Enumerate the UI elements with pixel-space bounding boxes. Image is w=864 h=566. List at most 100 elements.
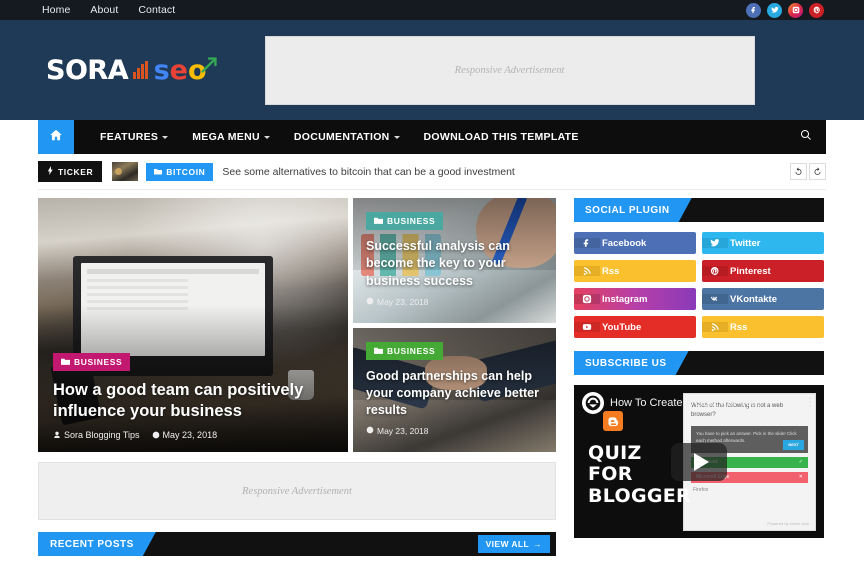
channel-avatar[interactable] — [582, 392, 604, 414]
site-header: SORA s e o Responsive Advertisement — [0, 20, 864, 120]
social-button-youtube[interactable]: YouTube — [574, 316, 696, 338]
view-all-label: VIEW ALL — [485, 539, 530, 549]
social-button-label: Pinterest — [730, 265, 771, 277]
chevron-down-icon — [393, 135, 400, 139]
youtube-video-embed[interactable]: How To Create A Quiz For Yo... ⋮ QUIZ FO… — [574, 385, 824, 538]
social-button-rss-2[interactable]: Rss — [702, 316, 824, 338]
category-badge[interactable]: BUSINESS — [366, 212, 444, 230]
home-icon — [49, 128, 63, 147]
social-plugin-title: SOCIAL PLUGIN — [574, 198, 692, 222]
post-meta: BUSINESS Successful analysis can become … — [366, 211, 543, 307]
top-nav-about[interactable]: About — [90, 4, 118, 16]
kebab-menu-icon[interactable]: ⋮ — [804, 396, 816, 408]
author-name: Sora Blogging Tips — [64, 430, 140, 440]
nav-label: MEGA MENU — [192, 131, 260, 143]
nav-label: DOCUMENTATION — [293, 131, 390, 143]
ticker-badge: TICKER — [38, 161, 103, 182]
vk-icon — [702, 294, 728, 304]
ticker-category-label: BITCOIN — [166, 166, 206, 177]
social-button-twitter[interactable]: Twitter — [702, 232, 824, 254]
featured-post-main[interactable]: BUSINESS How a good team can positively … — [38, 198, 348, 452]
social-button-label: Instagram — [602, 293, 648, 305]
social-button-label: Rss — [602, 265, 620, 277]
site-logo[interactable]: SORA s e o — [46, 55, 220, 86]
post-title[interactable]: Successful analysis can become the key t… — [366, 238, 543, 290]
category-label: BUSINESS — [74, 356, 123, 367]
folder-icon — [374, 216, 383, 226]
facebook-icon[interactable] — [746, 2, 761, 18]
social-button-label: Rss — [730, 321, 748, 333]
instagram-icon — [574, 294, 600, 304]
featured-post-title[interactable]: How a good team can positively influence… — [53, 380, 333, 422]
logo-letter-e: e — [169, 54, 188, 86]
category-label: BUSINESS — [387, 345, 436, 356]
quiz-option-plain: Firefox — [693, 486, 709, 493]
ticker-category-badge[interactable]: BITCOIN — [146, 162, 214, 181]
play-button-icon[interactable] — [671, 442, 727, 481]
user-icon — [53, 431, 61, 439]
twitter-icon — [702, 238, 728, 248]
featured-secondary-column: BUSINESS Successful analysis can become … — [353, 198, 556, 452]
date-meta: May 23, 2018 — [152, 430, 217, 440]
twitter-icon[interactable] — [767, 2, 782, 18]
nav-item-download-template[interactable]: DOWNLOAD THIS TEMPLATE — [412, 120, 591, 154]
instagram-icon[interactable] — [788, 2, 803, 18]
featured-post-secondary-2[interactable]: BUSINESS Good partnerships can help your… — [353, 327, 556, 452]
lightning-bolt-icon — [47, 166, 54, 177]
clock-icon — [366, 426, 374, 436]
pinterest-icon — [702, 266, 728, 276]
search-icon — [800, 128, 812, 146]
avatar-glyph — [585, 395, 601, 411]
author-meta: Sora Blogging Tips — [53, 430, 140, 440]
post-title[interactable]: Good partnerships can help your company … — [366, 368, 543, 420]
subscribe-widget-header: SUBSCRIBE US — [574, 351, 824, 375]
top-nav-home[interactable]: Home — [42, 4, 70, 16]
social-button-label: VKontakte — [730, 293, 777, 305]
nav-home-button[interactable] — [38, 120, 74, 154]
body-ad-label: Responsive Advertisement — [242, 485, 352, 497]
top-nav-contact[interactable]: Contact — [138, 4, 175, 16]
social-button-instagram[interactable]: Instagram — [574, 288, 696, 310]
quiz-hint-text: You have to pick an answer. Pick in the … — [696, 431, 797, 443]
rss-icon — [574, 266, 600, 276]
social-button-vkontakte[interactable]: VKontakte — [702, 288, 824, 310]
ticker-badge-label: TICKER — [58, 166, 94, 177]
chevron-down-icon — [162, 135, 169, 139]
body-advertisement: Responsive Advertisement — [38, 462, 556, 520]
ticker-thumbnail[interactable] — [112, 162, 139, 181]
social-button-label: YouTube — [602, 321, 642, 333]
featured-post-secondary-1[interactable]: BUSINESS Successful analysis can become … — [353, 198, 556, 323]
category-badge[interactable]: BUSINESS — [53, 352, 131, 371]
ticker-next-button[interactable] — [809, 163, 826, 180]
ticker-prev-button[interactable] — [790, 163, 807, 180]
social-button-pinterest[interactable]: Pinterest — [702, 260, 824, 282]
nav-label: DOWNLOAD THIS TEMPLATE — [423, 131, 579, 143]
featured-post-submeta: Sora Blogging Tips May 23, 2018 — [53, 430, 333, 440]
social-button-rss-1[interactable]: Rss — [574, 260, 696, 282]
nav-item-documentation[interactable]: DOCUMENTATION — [282, 120, 412, 154]
category-badge[interactable]: BUSINESS — [366, 341, 444, 360]
news-ticker: TICKER BITCOIN See some alternatives to … — [38, 161, 826, 190]
nav-items: FEATURES MEGA MENU DOCUMENTATION DOWNLOA… — [74, 120, 591, 154]
page-root: Home About Contact SORA s e o Responsive… — [0, 0, 864, 566]
main-column: BUSINESS How a good team can positively … — [38, 198, 556, 556]
header-advertisement: Responsive Advertisement — [264, 35, 755, 105]
social-plugin-header: SOCIAL PLUGIN — [574, 198, 824, 222]
nav-item-features[interactable]: FEATURES — [88, 120, 180, 154]
top-bar: Home About Contact — [0, 0, 864, 20]
recent-posts-title: RECENT POSTS — [38, 532, 156, 556]
top-navigation: Home About Contact — [42, 4, 175, 16]
check-icon: ✓ — [798, 459, 803, 465]
logo-sora-text: SORA — [46, 54, 129, 86]
cross-icon: ✕ — [798, 474, 803, 480]
social-button-facebook[interactable]: Facebook — [574, 232, 696, 254]
view-all-button[interactable]: VIEW ALL → — [477, 535, 550, 553]
ticker-headline[interactable]: See some alternatives to bitcoin that ca… — [222, 166, 514, 178]
overlay-line-3: BLOGGER — [588, 484, 691, 507]
quiz-footer: Powered by online.com — [767, 521, 809, 526]
nav-item-mega-menu[interactable]: MEGA MENU — [180, 120, 282, 154]
video-title[interactable]: How To Create A Quiz For Yo... — [610, 397, 798, 409]
nav-search-button[interactable] — [800, 120, 826, 154]
pinterest-icon[interactable] — [809, 2, 824, 18]
header-ad-label: Responsive Advertisement — [454, 64, 565, 76]
